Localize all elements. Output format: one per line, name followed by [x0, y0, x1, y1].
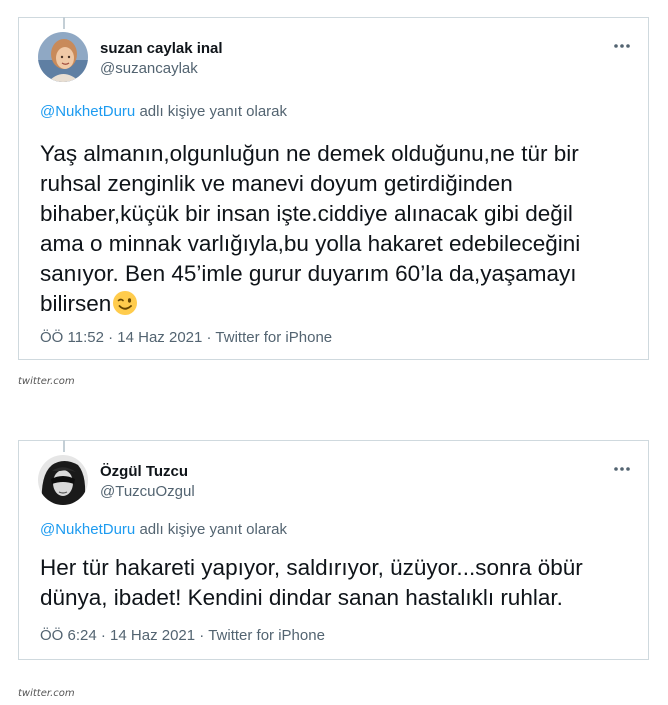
source-label: twitter.com [18, 376, 75, 387]
reply-mention-link[interactable]: @NukhetDuru [40, 103, 135, 120]
tweet-date[interactable]: 14 Haz 2021 [110, 627, 195, 644]
meta-separator: · [195, 627, 209, 644]
meta-separator: · [96, 627, 111, 644]
meta-separator: · [103, 329, 118, 346]
thread-connector-line [63, 440, 65, 452]
tweet-text: Her tür hakareti yapıyor, saldırıyor, üz… [40, 553, 640, 613]
display-name[interactable]: suzan caylak inal [100, 40, 223, 57]
reply-context: @NukhetDuru adlı kişiye yanıt olarak [40, 521, 287, 538]
meta-separator: · [202, 329, 216, 346]
reply-mention-link[interactable]: @NukhetDuru [40, 521, 135, 538]
tweet-card[interactable]: Özgül Tuzcu @TuzcuOzgul @NukhetDuru adlı… [18, 440, 649, 660]
tweet-time[interactable]: ÖÖ 11:52 [40, 329, 104, 346]
tweet-text: Yaş almanın,olgunluğun ne demek olduğunu… [40, 139, 640, 319]
tweet-meta: ÖÖ 6:24 · 14 Haz 2021 · Twitter for iPho… [40, 627, 325, 644]
avatar[interactable] [38, 455, 88, 505]
user-handle[interactable]: @suzancaylak [100, 60, 198, 77]
more-options-icon[interactable] [612, 463, 632, 475]
winking-face-icon [113, 291, 138, 315]
tweet-client[interactable]: Twitter for iPhone [215, 329, 332, 346]
thread-connector-line [63, 17, 65, 29]
source-label: twitter.com [18, 688, 75, 699]
tweet-date[interactable]: 14 Haz 2021 [117, 329, 202, 346]
tweet-client[interactable]: Twitter for iPhone [208, 627, 325, 644]
avatar[interactable] [38, 32, 88, 82]
display-name[interactable]: Özgül Tuzcu [100, 463, 188, 480]
reply-context-label: adlı kişiye yanıt olarak [135, 103, 288, 120]
tweet-card[interactable]: suzan caylak inal @suzancaylak @NukhetDu… [18, 17, 649, 360]
tweet-text-body: Her tür hakareti yapıyor, saldırıyor, üz… [40, 555, 583, 610]
user-handle[interactable]: @TuzcuOzgul [100, 483, 195, 500]
reply-context: @NukhetDuru adlı kişiye yanıt olarak [40, 103, 287, 120]
more-options-icon[interactable] [612, 40, 632, 52]
tweet-meta: ÖÖ 11:52 · 14 Haz 2021 · Twitter for iPh… [40, 329, 332, 346]
reply-context-label: adlı kişiye yanıt olarak [135, 521, 288, 538]
tweet-time[interactable]: ÖÖ 6:24 [40, 627, 97, 644]
